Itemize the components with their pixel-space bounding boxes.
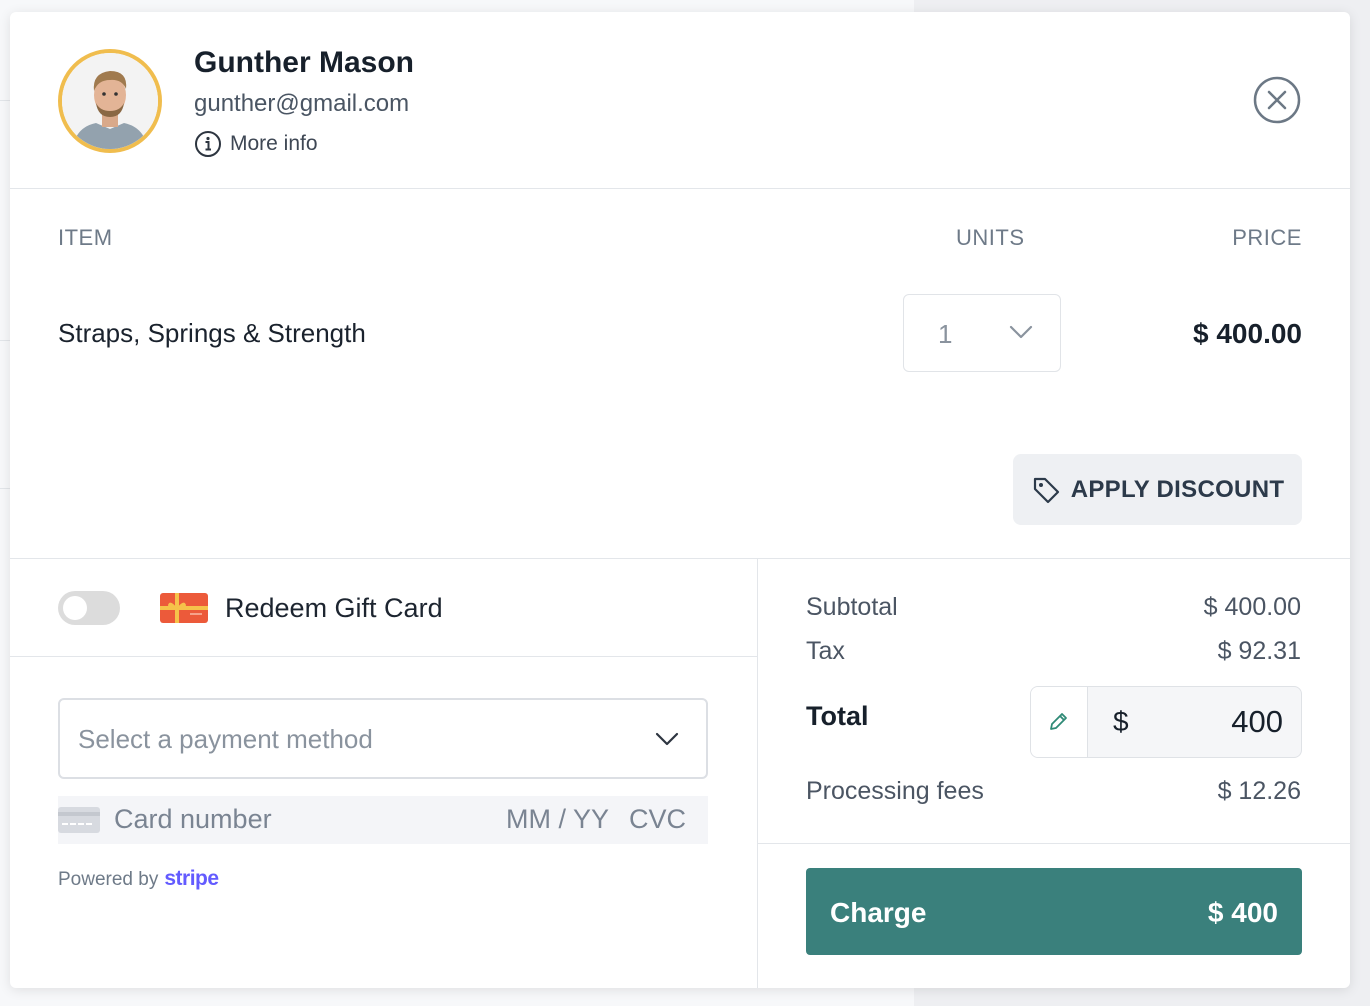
stripe-logo: stripe — [164, 867, 219, 890]
summary-divider — [757, 843, 1350, 844]
payment-method-placeholder: Select a payment method — [78, 724, 373, 754]
customer-email: gunther@gmail.com — [194, 90, 410, 117]
item-price: $ 400.00 — [1193, 318, 1302, 349]
avatar-photo — [62, 53, 158, 149]
charge-label: Charge — [830, 897, 927, 928]
tag-icon — [1033, 477, 1059, 503]
info-icon — [195, 131, 221, 157]
column-divider — [757, 559, 758, 988]
card-cvc-input[interactable]: CVC — [629, 804, 686, 835]
charge-amount: $ 400 — [1207, 897, 1278, 928]
charge-button[interactable]: Charge $ 400 — [806, 868, 1302, 955]
column-header-units: UNITS — [956, 225, 1025, 250]
total-value[interactable]: 400 — [1231, 704, 1283, 740]
section-divider — [10, 558, 1350, 559]
subtotal-value: $ 400.00 — [1203, 593, 1301, 621]
column-header-item: ITEM — [58, 225, 113, 250]
gift-card-icon — [160, 593, 208, 623]
column-header-price: PRICE — [1232, 225, 1302, 250]
apply-discount-label: APPLY DISCOUNT — [1070, 475, 1285, 503]
total-amount-field[interactable]: $ 400 — [1030, 686, 1302, 758]
avatar — [58, 49, 162, 153]
total-label: Total — [806, 701, 869, 731]
processing-fees-value: $ 12.26 — [1217, 777, 1301, 805]
processing-fees-label: Processing fees — [806, 777, 984, 805]
more-info-label: More info — [230, 132, 318, 155]
payment-method-select[interactable]: Select a payment method — [58, 698, 708, 779]
total-currency: $ — [1113, 706, 1129, 737]
credit-card-icon — [58, 807, 100, 833]
customer-name: Gunther Mason — [194, 46, 415, 79]
chevron-down-icon — [1009, 325, 1033, 339]
toggle-knob — [63, 596, 87, 620]
apply-discount-button[interactable]: APPLY DISCOUNT — [1013, 454, 1302, 525]
tax-label: Tax — [806, 637, 845, 665]
card-number-input[interactable]: Card number — [114, 804, 272, 835]
powered-by-stripe: Powered by stripe — [58, 867, 219, 891]
card-input-row[interactable]: Card number MM / YY CVC — [58, 796, 708, 844]
tax-value: $ 92.31 — [1217, 637, 1301, 665]
units-value: 1 — [938, 319, 953, 349]
checkout-modal: Gunther Mason gunther@gmail.com More inf… — [10, 12, 1350, 988]
redeem-gift-card-label: Redeem Gift Card — [225, 593, 443, 623]
item-name: Straps, Springs & Strength — [58, 318, 366, 348]
subtotal-label: Subtotal — [806, 593, 898, 621]
gift-card-toggle[interactable] — [58, 591, 120, 625]
units-select[interactable]: 1 — [903, 294, 1061, 372]
gift-card-divider — [10, 656, 757, 657]
edit-total-button[interactable] — [1031, 687, 1088, 757]
more-info-link[interactable]: More info — [194, 130, 318, 158]
header-divider — [10, 188, 1350, 189]
powered-by-label: Powered by — [58, 869, 159, 890]
pencil-icon — [1050, 713, 1067, 730]
chevron-down-icon — [655, 732, 679, 746]
close-icon[interactable] — [1253, 76, 1301, 124]
card-expiry-input[interactable]: MM / YY — [506, 804, 609, 835]
